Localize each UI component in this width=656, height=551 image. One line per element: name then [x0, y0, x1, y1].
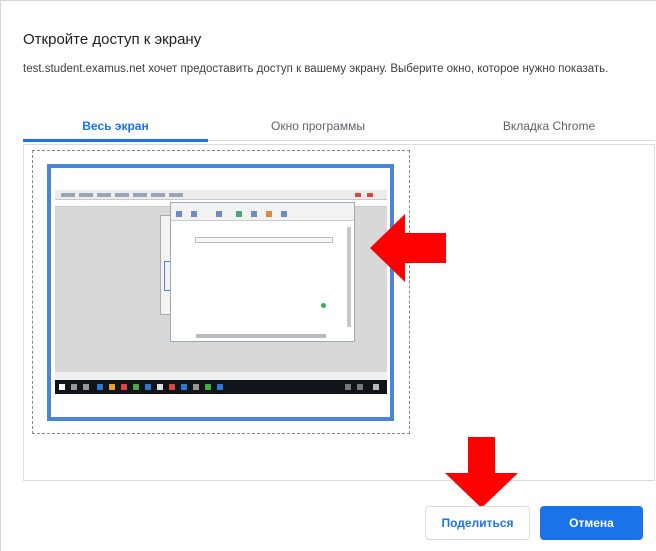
- dialog-description: test.student.examus.net хочет предостави…: [23, 63, 609, 75]
- preview-input-line: [195, 237, 333, 243]
- dialog-title: Откройте доступ к экрану: [23, 31, 202, 48]
- arrow-down-pointing-icon: [445, 437, 518, 508]
- preview-scrollbar: [347, 227, 351, 327]
- screen-share-dialog: Откройте доступ к экрану test.student.ex…: [0, 0, 656, 551]
- preview-browser-tabs: [55, 190, 387, 200]
- preview-window-bottom-bar: [196, 334, 326, 338]
- preview-taskbar: [55, 380, 387, 394]
- screen-option[interactable]: [32, 150, 410, 434]
- source-list-panel: [23, 144, 655, 481]
- cancel-button[interactable]: Отмена: [540, 506, 643, 540]
- tab-application-window[interactable]: Окно программы: [233, 113, 403, 141]
- preview-green-dot: [321, 303, 326, 308]
- arrow-left-pointing-icon: [370, 214, 446, 282]
- share-button[interactable]: Поделиться: [425, 506, 530, 540]
- screen-preview-image: [55, 190, 387, 394]
- tab-chrome-tab[interactable]: Вкладка Chrome: [443, 113, 655, 141]
- source-tabs: Весь экран Окно программы Вкладка Chrome: [23, 113, 655, 142]
- tab-entire-screen[interactable]: Весь экран: [23, 113, 208, 142]
- screen-thumbnail[interactable]: [47, 164, 394, 421]
- preview-window-toolbar: [171, 203, 354, 221]
- preview-status-bar: [55, 372, 387, 380]
- preview-app-window: [170, 202, 355, 342]
